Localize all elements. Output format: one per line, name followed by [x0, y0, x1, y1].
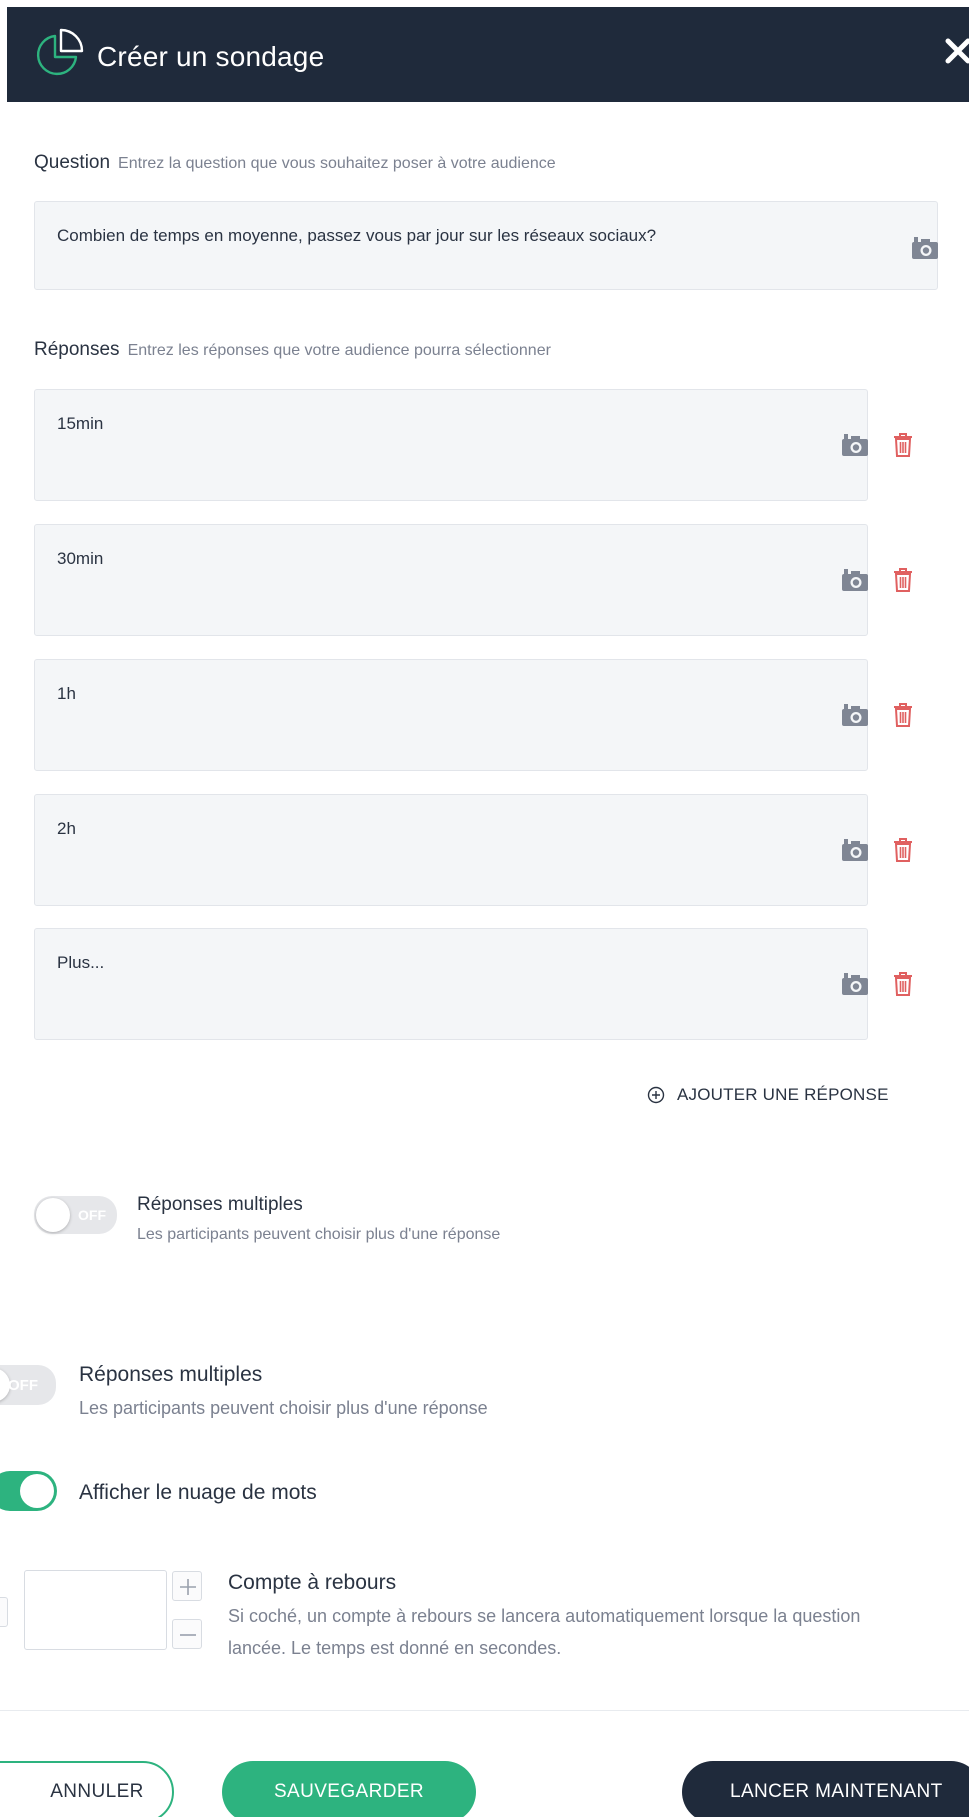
multiple-answers-toggle-large[interactable]: OFF: [0, 1365, 56, 1405]
answer-value: Plus...: [57, 953, 105, 972]
camera-icon[interactable]: [911, 236, 939, 260]
camera-icon[interactable]: [841, 838, 869, 862]
close-icon[interactable]: [945, 34, 969, 66]
answer-input-1[interactable]: 15min: [34, 389, 868, 501]
multiple-answers-title: Réponses multiples: [137, 1194, 303, 1215]
increment-button[interactable]: [172, 1571, 202, 1601]
answer-value: 15min: [57, 414, 104, 433]
countdown-desc-line2: lancée. Le temps est donné en secondes.: [228, 1638, 562, 1658]
multiple-answers-desc: Les participants peuvent choisir plus d'…: [137, 1226, 501, 1243]
countdown-title: Compte à rebours: [228, 1571, 397, 1594]
toggle-knob: [20, 1474, 54, 1508]
camera-icon[interactable]: [841, 972, 869, 996]
answer-input-3[interactable]: 1h: [34, 659, 868, 771]
answers-label: Réponses: [34, 339, 120, 360]
trash-icon[interactable]: [892, 432, 914, 458]
answer-input-2[interactable]: 30min: [34, 524, 868, 636]
question-label-row: Question Entrez la question que vous souh…: [34, 152, 556, 174]
answer-input-5[interactable]: Plus...: [34, 928, 868, 1040]
toggle-knob: [36, 1198, 70, 1232]
question-value: Combien de temps en moyenne, passez vous…: [57, 226, 657, 245]
question-hint: Entrez la question que vous souhaitez po…: [118, 155, 556, 172]
answer-input-4[interactable]: 2h: [34, 794, 868, 906]
cancel-button[interactable]: ANNULER: [0, 1761, 174, 1817]
question-label: Question: [34, 152, 111, 173]
trash-icon[interactable]: [892, 567, 914, 593]
multiple-answers-desc-large: Les participants peuvent choisir plus d'…: [79, 1398, 488, 1418]
toggle-state: OFF: [78, 1207, 106, 1223]
pie-chart-icon: [36, 28, 84, 76]
plus-icon: [180, 1579, 196, 1595]
wordcloud-toggle[interactable]: [0, 1471, 57, 1511]
add-answer-button[interactable]: AJOUTER UNE RÉPONSE: [647, 1082, 889, 1108]
countdown-checkbox[interactable]: [0, 1597, 8, 1627]
modal-header: Créer un sondage: [7, 7, 969, 102]
page-title: Créer un sondage: [97, 41, 325, 72]
multiple-answers-toggle[interactable]: OFF: [34, 1196, 117, 1234]
trash-icon[interactable]: [892, 971, 914, 997]
decrement-button[interactable]: [172, 1619, 202, 1649]
answer-value: 2h: [57, 819, 76, 838]
launch-now-button[interactable]: LANCER MAINTENANT: [682, 1761, 969, 1817]
camera-icon[interactable]: [841, 703, 869, 727]
toggle-state: OFF: [8, 1377, 38, 1394]
multiple-answers-title-large: Réponses multiples: [79, 1363, 263, 1386]
launch-label: LANCER MAINTENANT: [730, 1781, 943, 1802]
trash-icon[interactable]: [892, 702, 914, 728]
answer-value: 1h: [57, 684, 76, 703]
question-input[interactable]: Combien de temps en moyenne, passez vous…: [34, 201, 938, 290]
trash-icon[interactable]: [892, 837, 914, 863]
divider: [0, 1710, 969, 1711]
add-answer-label: AJOUTER UNE RÉPONSE: [677, 1085, 889, 1104]
plus-circle-icon: [647, 1086, 665, 1104]
camera-icon[interactable]: [841, 568, 869, 592]
save-button[interactable]: SAUVEGARDER: [222, 1761, 476, 1817]
answers-label-row: Réponses Entrez les réponses que votre au…: [34, 339, 551, 361]
minus-icon: [180, 1634, 196, 1636]
answer-value: 30min: [57, 549, 104, 568]
countdown-desc-line1: Si coché, un compte à rebours se lancera…: [228, 1606, 861, 1626]
wordcloud-title: Afficher le nuage de mots: [79, 1481, 317, 1504]
countdown-input[interactable]: [24, 1570, 167, 1650]
save-label: SAUVEGARDER: [273, 1781, 425, 1802]
answers-hint: Entrez les réponses que votre audience p…: [127, 342, 551, 359]
camera-icon[interactable]: [841, 433, 869, 457]
cancel-label: ANNULER: [50, 1781, 144, 1802]
